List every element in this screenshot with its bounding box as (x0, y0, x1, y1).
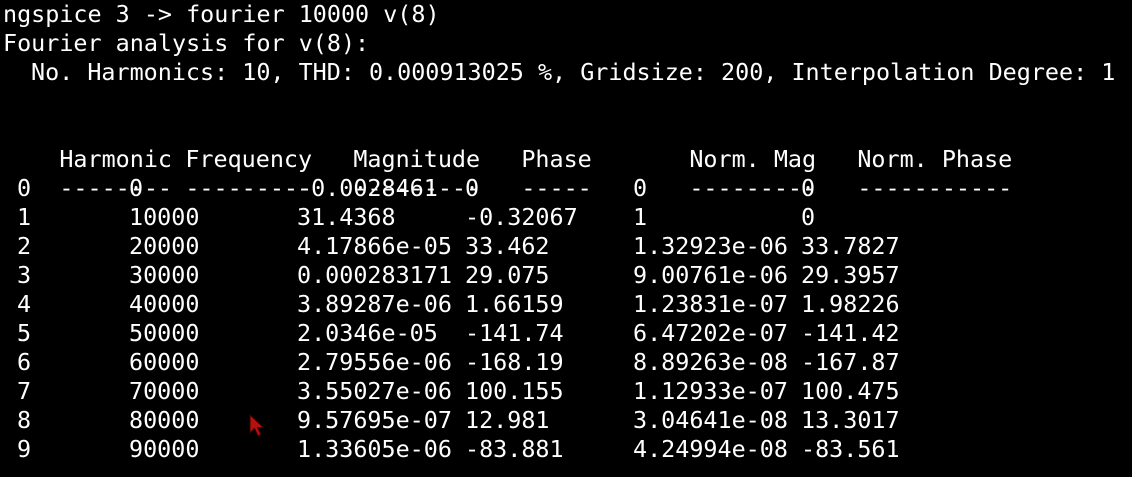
cell-magnitude: 0.000283171 (297, 261, 452, 289)
cell-magnitude: 3.55027e-06 (297, 377, 452, 405)
cell-phase: -141.74 (465, 319, 564, 347)
cell-norm-mag: 4.24994e-08 (633, 435, 788, 463)
cell-norm-mag: 1.12933e-07 (633, 377, 788, 405)
cell-magnitude: 2.0346e-05 (297, 319, 438, 347)
cell-norm-mag: 1.23831e-07 (633, 290, 788, 318)
cell-frequency: 80000 (129, 406, 200, 434)
header-frequency: Frequency (185, 145, 313, 173)
cell-magnitude: 9.57695e-07 (297, 406, 452, 434)
table-row: 1 10000 31.4368 -0.32067 1 0 (3, 203, 1132, 232)
cell-frequency: 10000 (129, 203, 200, 231)
summary-text: No. Harmonics: 10, THD: 0.000913025 %, G… (31, 58, 1116, 86)
header-norm-phase: Norm. Phase (857, 145, 1013, 173)
cell-magnitude: 2.79556e-06 (297, 348, 452, 376)
table-row: 2 20000 4.17866e-05 33.462 1.32923e-06 33.782… (3, 232, 1132, 261)
cell-frequency: 90000 (129, 435, 200, 463)
table-row: 8 80000 9.57695e-07 12.981 3.04641e-08 13.301… (3, 406, 1132, 435)
cell-norm-phase: -167.87 (801, 348, 900, 376)
cell-frequency: 0 (129, 174, 144, 202)
cell-magnitude: 31.4368 (297, 203, 396, 231)
cell-phase: -168.19 (465, 348, 564, 376)
cell-norm-mag: 1 (633, 203, 648, 231)
cell-phase: -0.32067 (465, 203, 578, 231)
cell-magnitude: 4.17866e-05 (297, 232, 452, 260)
table-row: 9 90000 1.33605e-06 -83.881 4.24994e-08 -83.5… (3, 435, 1132, 464)
cell-norm-phase: 33.7827 (801, 232, 900, 260)
cell-harmonic: 3 (17, 261, 32, 289)
cell-harmonic: 7 (17, 377, 32, 405)
cell-norm-mag: 8.89263e-08 (633, 348, 788, 376)
table-header: Harmonic Frequency Magnitude Phase Norm. Mag… (3, 116, 1132, 173)
terminal-window[interactable]: ngspice 3 -> fourier 10000 v(8) Fourier … (0, 0, 1132, 477)
cell-norm-phase: -141.42 (801, 319, 900, 347)
table-row: 7 70000 3.55027e-06 100.155 1.12933e-07 100.4… (3, 377, 1132, 406)
header-norm-mag: Norm. Mag (689, 145, 817, 173)
cell-phase: 29.075 (465, 261, 550, 289)
cell-frequency: 20000 (129, 232, 200, 260)
cell-harmonic: 6 (17, 348, 32, 376)
header-magnitude: Magnitude (353, 145, 481, 173)
cell-norm-phase: 0 (801, 174, 816, 202)
cell-harmonic: 8 (17, 406, 32, 434)
cell-phase: 0 (465, 174, 480, 202)
header-harmonic: Harmonic (59, 145, 173, 173)
mouse-pointer-icon (249, 414, 265, 437)
cell-norm-phase: 13.3017 (801, 406, 900, 434)
cell-norm-phase: 1.98226 (801, 290, 900, 318)
cell-norm-phase: 0 (801, 203, 816, 231)
table-row: 4 40000 3.89287e-06 1.66159 1.23831e-07 1.982… (3, 290, 1132, 319)
table-row: 5 50000 2.0346e-05 -141.74 6.47202e-07 -141.4… (3, 319, 1132, 348)
cell-harmonic: 5 (17, 319, 32, 347)
cell-harmonic: 9 (17, 435, 32, 463)
cell-harmonic: 1 (17, 203, 32, 231)
cell-phase: 33.462 (465, 232, 550, 260)
cell-magnitude: 3.89287e-06 (297, 290, 452, 318)
table-body: 0 0 -0.0028461 0 0 0 1 10000 31.4368 -0.32067 1 0 2 2… (3, 174, 1132, 464)
cell-magnitude: -0.0028461 (297, 174, 438, 202)
analysis-title: Fourier analysis for v(8): (3, 29, 370, 57)
cell-harmonic: 2 (17, 232, 32, 260)
analysis-summary: No. Harmonics: 10, THD: 0.000913025 %, G… (3, 58, 1132, 87)
cell-norm-mag: 3.04641e-08 (633, 406, 788, 434)
header-phase: Phase (521, 145, 592, 173)
cell-magnitude: 1.33605e-06 (297, 435, 452, 463)
cell-norm-phase: 29.3957 (801, 261, 900, 289)
cell-norm-phase: 100.475 (801, 377, 900, 405)
cell-frequency: 60000 (129, 348, 200, 376)
cell-harmonic: 4 (17, 290, 32, 318)
cell-phase: 1.66159 (465, 290, 564, 318)
table-row: 3 30000 0.000283171 29.075 9.00761e-06 29.395… (3, 261, 1132, 290)
cell-norm-mag: 9.00761e-06 (633, 261, 788, 289)
cell-norm-mag: 0 (633, 174, 648, 202)
cell-frequency: 50000 (129, 319, 200, 347)
cell-norm-mag: 6.47202e-07 (633, 319, 788, 347)
cell-phase: -83.881 (465, 435, 564, 463)
cell-frequency: 70000 (129, 377, 200, 405)
cell-frequency: 30000 (129, 261, 200, 289)
cell-phase: 100.155 (465, 377, 564, 405)
table-row: 0 0 -0.0028461 0 0 0 (3, 174, 1132, 203)
cell-phase: 12.981 (465, 406, 550, 434)
table-row: 6 60000 2.79556e-06 -168.19 8.89263e-08 -167.… (3, 348, 1132, 377)
cell-harmonic: 0 (17, 174, 32, 202)
cell-norm-phase: -83.561 (801, 435, 900, 463)
cell-norm-mag: 1.32923e-06 (633, 232, 788, 260)
cell-frequency: 40000 (129, 290, 200, 318)
command-line: ngspice 3 -> fourier 10000 v(8) (3, 0, 440, 28)
